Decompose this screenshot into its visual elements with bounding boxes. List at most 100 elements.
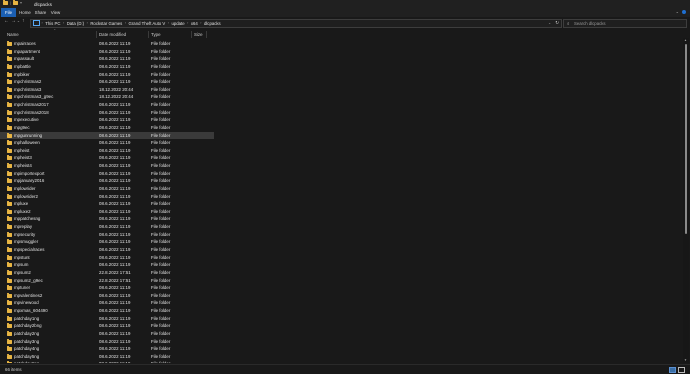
table-row[interactable]: mpchristmas2018 08.6.2022 11:19 File folde… [0,109,682,117]
table-row[interactable]: mpimportexport 08.6.2022 11:19 File folder [0,170,682,178]
breadcrumb-this-pc[interactable]: This PC [45,21,60,26]
date-modified: 22.8.2022 17:51 [99,277,131,283]
table-row[interactable]: mpsum2_g9ec 22.8.2022 17:51 File folder [0,277,682,285]
breadcrumb-rockstar-games[interactable]: Rockstar Games [90,21,122,26]
table-row[interactable]: mpairraces 08.6.2022 11:19 File folder [0,40,682,48]
date-modified: 08.6.2022 11:19 [99,132,131,138]
breadcrumb-separator-icon[interactable]: › [200,21,201,25]
table-row[interactable]: mpjanuary2016 08.6.2022 11:19 File folder [0,177,682,185]
table-row[interactable]: mpbiker 08.6.2022 11:19 File folder [0,71,682,79]
details-view-icon[interactable] [669,367,676,373]
table-row[interactable]: mpluxe 08.6.2022 11:19 File folder [0,200,682,208]
search-box[interactable]: ⌕ [563,18,687,28]
help-icon[interactable] [682,10,686,14]
table-row[interactable]: patchday1ng 08.6.2022 11:19 File folder [0,315,682,323]
table-row[interactable]: mpsecurity 08.6.2022 11:19 File folder [0,231,682,239]
recent-locations-icon[interactable]: ⌄ [17,19,20,24]
table-row[interactable]: mpchristmas2 08.6.2022 11:19 File folder [0,78,682,86]
table-row[interactable]: mpheist 08.6.2022 11:19 File folder [0,147,682,155]
breadcrumb-data-drive[interactable]: Data (D:) [67,21,84,26]
folder-icon [7,71,12,77]
table-row[interactable]: patchday3ng 08.6.2022 11:19 File folder [0,338,682,346]
breadcrumb-separator-icon[interactable]: › [187,21,188,25]
table-row[interactable]: mpg9ec 08.6.2022 11:19 File folder [0,124,682,132]
tab-share[interactable]: Share [33,8,48,17]
table-row[interactable]: mptuner 08.6.2022 11:19 File folder [0,284,682,292]
breadcrumb-separator-icon[interactable]: › [87,21,88,25]
table-row[interactable]: mpxmas_604490 08.6.2022 11:19 File folder [0,307,682,315]
expand-ribbon-icon[interactable]: ⌄ [676,9,679,14]
table-row[interactable]: mpsum 08.6.2022 11:19 File folder [0,261,682,269]
back-arrow-icon[interactable]: ← [4,19,9,24]
table-row[interactable]: mpassault 08.6.2022 11:19 File folder [0,55,682,63]
table-row[interactable]: mpsmuggler 08.6.2022 11:19 File folder [0,238,682,246]
up-arrow-icon[interactable]: ↑ [22,19,25,24]
scrollbar-thumb[interactable] [685,44,687,234]
vertical-scrollbar[interactable]: ▲ ▼ [683,38,689,363]
breadcrumb-separator-icon[interactable]: › [42,21,43,25]
table-row[interactable]: mpvinewood 08.6.2022 11:19 File folder [0,299,682,307]
file-type: File folder [151,102,171,108]
table-row[interactable]: mpapartment 08.6.2022 11:19 File folder [0,48,682,56]
address-bar[interactable]: › This PC › Data (D:) › Rockstar Games ›… [30,18,562,28]
breadcrumb-separator-icon[interactable]: › [63,21,64,25]
table-row[interactable]: mpchristmas3_g9ec 18.12.2022 20:44 File fo… [0,93,682,101]
table-row[interactable]: patchday6ng 08.6.2022 11:19 File folder [0,360,682,363]
table-row[interactable]: mpluxe2 08.6.2022 11:19 File folder [0,208,682,216]
tab-view[interactable]: View [49,8,62,17]
table-row[interactable]: mpsum2 22.8.2022 17:51 File folder [0,269,682,277]
table-row[interactable]: mpvalentines2 08.6.2022 11:19 File folder [0,292,682,300]
folder-icon [7,147,12,153]
folder-icon [7,277,12,283]
table-row[interactable]: patchday2ng 08.6.2022 11:19 File folder [0,330,682,338]
file-name: mpsum [14,262,29,268]
breadcrumb-gta-v[interactable]: Grand Theft Auto V [129,21,166,26]
table-row[interactable]: mpheist3 08.6.2022 11:19 File folder [0,154,682,162]
tab-home[interactable]: Home [18,8,32,17]
scroll-up-arrow-icon[interactable]: ▲ [684,39,687,42]
address-dropdown-icon[interactable]: ⌄ [548,21,551,25]
table-row[interactable]: patchday5ng 08.6.2022 11:19 File folder [0,353,682,361]
new-folder-icon[interactable] [13,0,19,5]
breadcrumb-separator-icon[interactable]: › [125,21,126,25]
breadcrumb-separator-icon[interactable]: › [168,21,169,25]
date-modified: 08.6.2022 11:19 [99,231,131,237]
table-row[interactable]: mpchristmas2017 08.6.2022 11:19 File folde… [0,101,682,109]
file-type: File folder [151,147,171,153]
breadcrumb-dlcpacks[interactable]: dlcpacks [204,21,221,26]
quick-access-dropdown-icon[interactable]: ▾ [20,1,22,5]
scroll-down-arrow-icon[interactable]: ▼ [684,359,687,362]
column-header-size[interactable]: Size [192,30,207,38]
file-type: File folder [151,140,171,146]
table-row[interactable]: mppatchesng 08.6.2022 11:19 File folder [0,215,682,223]
table-row[interactable]: mplowrider 08.6.2022 11:19 File folder [0,185,682,193]
table-row[interactable]: mpgunrunning 08.6.2022 11:19 File folder [0,131,214,140]
breadcrumb-x64[interactable]: x64 [191,21,198,26]
tab-file[interactable]: File [1,8,16,17]
item-count: 66 items [5,367,22,372]
forward-arrow-icon[interactable]: → [11,19,16,24]
folder-icon [7,262,12,268]
column-header-name[interactable]: Name [5,30,97,38]
table-row[interactable]: mpspecialraces 08.6.2022 11:19 File folder [0,246,682,254]
search-input[interactable] [574,19,679,27]
table-row[interactable]: mpexecutive 08.6.2022 11:19 File folder [0,116,682,124]
refresh-icon[interactable]: ↻ [555,20,559,26]
table-row[interactable]: mpreplay 08.6.2022 11:19 File folder [0,223,682,231]
table-row[interactable]: mplowrider2 08.6.2022 11:19 File folder [0,193,682,201]
table-row[interactable]: mphalloween 08.6.2022 11:19 File folder [0,139,682,147]
table-row[interactable]: patchday4ng 08.6.2022 11:19 File folder [0,345,682,353]
table-row[interactable]: mpstunt 08.6.2022 11:19 File folder [0,254,682,262]
file-type: File folder [151,269,171,275]
table-row[interactable]: mpchristmas3 18.12.2022 20:44 File folder [0,86,682,94]
file-type: File folder [151,216,171,222]
date-modified: 08.6.2022 11:19 [99,208,131,214]
column-header-date-modified[interactable]: Date modified [97,30,149,38]
table-row[interactable]: patchday2bng 08.6.2022 11:19 File folder [0,322,682,330]
large-icons-view-icon[interactable] [678,367,685,373]
column-header-type[interactable]: Type [149,30,192,38]
table-row[interactable]: mpbattle 08.6.2022 11:19 File folder [0,63,682,71]
breadcrumb-update[interactable]: update [171,21,184,26]
table-row[interactable]: mpheist4 08.6.2022 11:19 File folder [0,162,682,170]
file-name: mpstunt [14,254,30,260]
